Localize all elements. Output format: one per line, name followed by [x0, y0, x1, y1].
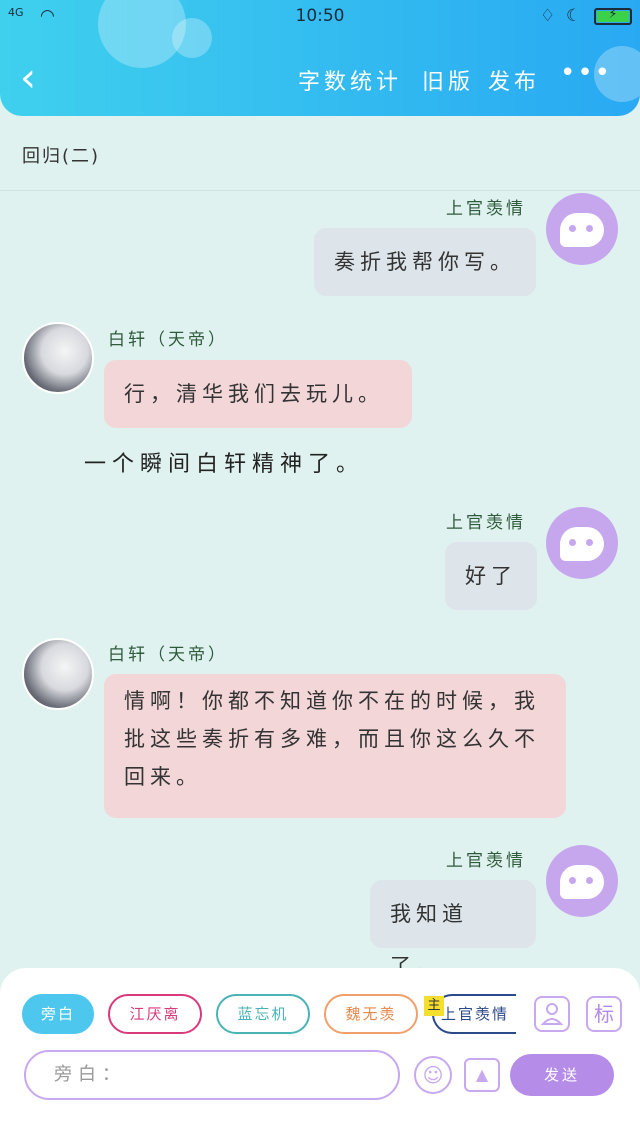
- battery-icon: ⚡: [594, 7, 632, 25]
- person-icon[interactable]: [534, 996, 570, 1032]
- role-chip-shangguan-xianqing[interactable]: 上官羡情: [432, 994, 516, 1034]
- top-header: 4G ◠ 10:50 ♢ ☾ ⚡ ‹ 字数统计 旧版 发布 •••: [0, 0, 640, 116]
- role-chip-lan-wangji[interactable]: 蓝忘机: [216, 994, 310, 1034]
- mute-bell-icon: ♢: [540, 6, 556, 26]
- main-role-badge: 主: [424, 996, 444, 1016]
- character-avatar[interactable]: [22, 322, 94, 394]
- speaker-name: 白轩（天帝）: [108, 645, 228, 665]
- user-avatar[interactable]: [546, 507, 618, 579]
- speaker-name: 上官羡情: [446, 199, 526, 219]
- role-chip-narrator[interactable]: 旁白: [22, 994, 94, 1034]
- old-version-button[interactable]: 旧版: [422, 64, 474, 96]
- chat-bubble[interactable]: 行，清华我们去玩儿。: [104, 360, 412, 428]
- user-avatar[interactable]: [546, 193, 618, 265]
- user-avatar[interactable]: [546, 845, 618, 917]
- role-chip-wei-wuxian[interactable]: 魏无羡: [324, 994, 418, 1034]
- word-count-button[interactable]: 字数统计: [298, 64, 402, 96]
- chat-bubble[interactable]: 情啊！你都不知道你不在的时候，我批这些奏折有多难，而且你这么久不回来。: [104, 674, 566, 818]
- role-chip-jiang-yanli[interactable]: 江厌离: [108, 994, 202, 1034]
- chat-bubble[interactable]: 好了: [445, 542, 537, 610]
- tag-button[interactable]: 标: [586, 996, 622, 1032]
- speaker-name: 上官羡情: [446, 513, 526, 533]
- speaker-name: 上官羡情: [446, 851, 526, 871]
- back-button[interactable]: ‹: [20, 56, 50, 100]
- moon-icon: ☾: [566, 6, 582, 26]
- more-menu-icon[interactable]: •••: [560, 58, 612, 88]
- status-bar: 4G ◠ 10:50 ♢ ☾ ⚡: [0, 0, 640, 34]
- chat-bubble[interactable]: 我知道了。: [370, 880, 536, 978]
- divider: [0, 190, 640, 191]
- chapter-title: 回归(二): [22, 146, 101, 167]
- publish-button[interactable]: 发布: [488, 64, 540, 96]
- message-input[interactable]: 旁白：: [24, 1050, 400, 1100]
- character-avatar[interactable]: [22, 638, 94, 710]
- send-button[interactable]: 发送: [510, 1054, 614, 1096]
- emoji-icon[interactable]: ☺: [414, 1056, 452, 1094]
- speaker-name: 白轩（天帝）: [108, 330, 228, 350]
- image-icon[interactable]: ▲: [464, 1058, 500, 1092]
- person-icon-svg: [540, 1003, 564, 1025]
- chat-bubble[interactable]: 奏折我帮你写。: [314, 228, 536, 296]
- narration-text[interactable]: 一个瞬间白轩精神了。: [84, 446, 364, 478]
